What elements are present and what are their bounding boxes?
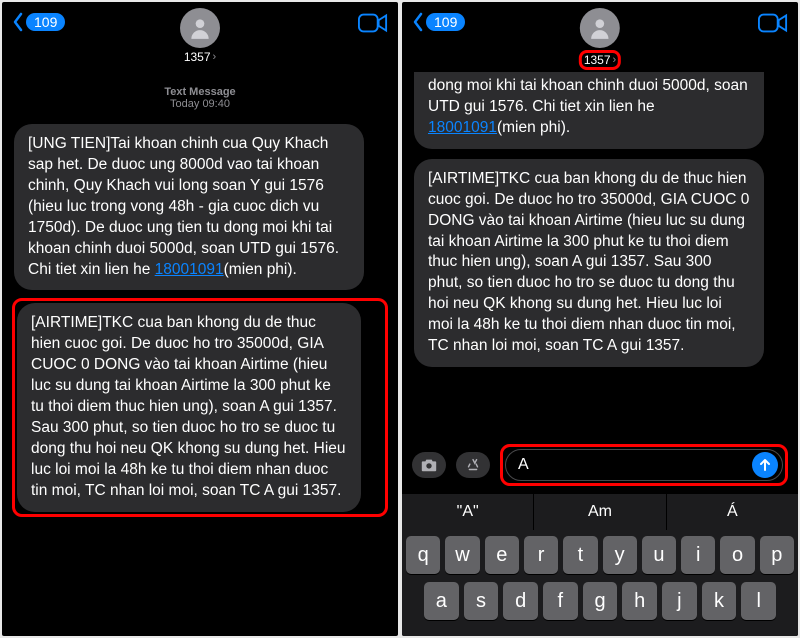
message-bubble[interactable]: dong moi khi tai khoan chinh duoi 5000d,… (414, 72, 764, 149)
key-r[interactable]: r (524, 536, 558, 574)
highlight-annotation: A (500, 444, 788, 486)
key-w[interactable]: w (445, 536, 479, 574)
unread-badge: 109 (26, 13, 65, 31)
avatar (180, 8, 220, 48)
key-e[interactable]: e (485, 536, 519, 574)
avatar (580, 8, 620, 48)
back-button[interactable]: 109 (12, 12, 65, 32)
message-bubble[interactable]: [AIRTIME]TKC cua ban khong du de thuc hi… (17, 303, 361, 511)
keyboard-suggestions: "A" Am Á (402, 494, 798, 530)
appstore-button[interactable] (456, 452, 490, 478)
suggestion[interactable]: Am (534, 494, 666, 530)
facetime-button[interactable] (758, 12, 788, 39)
chevron-left-icon (412, 12, 424, 32)
key-s[interactable]: s (464, 582, 499, 620)
key-o[interactable]: o (720, 536, 754, 574)
message-list: Text Message Today 09:40 [UNG TIEN]Tai k… (2, 72, 398, 636)
facetime-button[interactable] (358, 12, 388, 39)
chevron-right-icon: › (613, 54, 617, 66)
contact-header[interactable]: 1357 › (579, 8, 621, 70)
key-t[interactable]: t (563, 536, 597, 574)
key-u[interactable]: u (642, 536, 676, 574)
keyboard: qwertyuiop asdfghjkl (402, 530, 798, 636)
phone-left: 109 1357 › Text Message Today 09:40 [UNG… (2, 2, 398, 636)
timestamp-label: Text Message Today 09:40 (14, 86, 386, 110)
phone-link[interactable]: 18001091 (155, 261, 224, 278)
key-d[interactable]: d (503, 582, 538, 620)
key-q[interactable]: q (406, 536, 440, 574)
send-button[interactable] (752, 452, 778, 478)
contact-name: 1357 (584, 53, 611, 67)
phone-link[interactable]: 18001091 (428, 119, 497, 136)
suggestion[interactable]: Á (667, 494, 798, 530)
header: 109 1357 › (2, 2, 398, 72)
key-k[interactable]: k (702, 582, 737, 620)
highlight-annotation: 1357 › (579, 50, 621, 70)
key-y[interactable]: y (603, 536, 637, 574)
key-h[interactable]: h (622, 582, 657, 620)
message-bubble[interactable]: [UNG TIEN]Tai khoan chinh cua Quy Khach … (14, 124, 364, 290)
contact-header[interactable]: 1357 › (180, 8, 220, 64)
key-f[interactable]: f (543, 582, 578, 620)
chevron-right-icon: › (213, 51, 217, 63)
unread-badge: 109 (426, 13, 465, 31)
key-g[interactable]: g (583, 582, 618, 620)
compose-bar: A (402, 438, 798, 494)
key-a[interactable]: a (424, 582, 459, 620)
key-p[interactable]: p (760, 536, 794, 574)
message-list: dong moi khi tai khoan chinh duoi 5000d,… (402, 72, 798, 438)
message-input[interactable]: A (505, 449, 783, 481)
suggestion[interactable]: "A" (402, 494, 534, 530)
message-bubble[interactable]: [AIRTIME]TKC cua ban khong du de thuc hi… (414, 159, 764, 367)
key-l[interactable]: l (741, 582, 776, 620)
chevron-left-icon (12, 12, 24, 32)
key-i[interactable]: i (681, 536, 715, 574)
contact-name: 1357 (184, 50, 211, 64)
camera-button[interactable] (412, 452, 446, 478)
back-button[interactable]: 109 (412, 12, 465, 32)
phone-right: 109 1357 › dong moi khi tai khoan chinh … (402, 2, 798, 636)
highlight-annotation: [AIRTIME]TKC cua ban khong du de thuc hi… (12, 298, 388, 516)
header: 109 1357 › (402, 2, 798, 72)
key-j[interactable]: j (662, 582, 697, 620)
